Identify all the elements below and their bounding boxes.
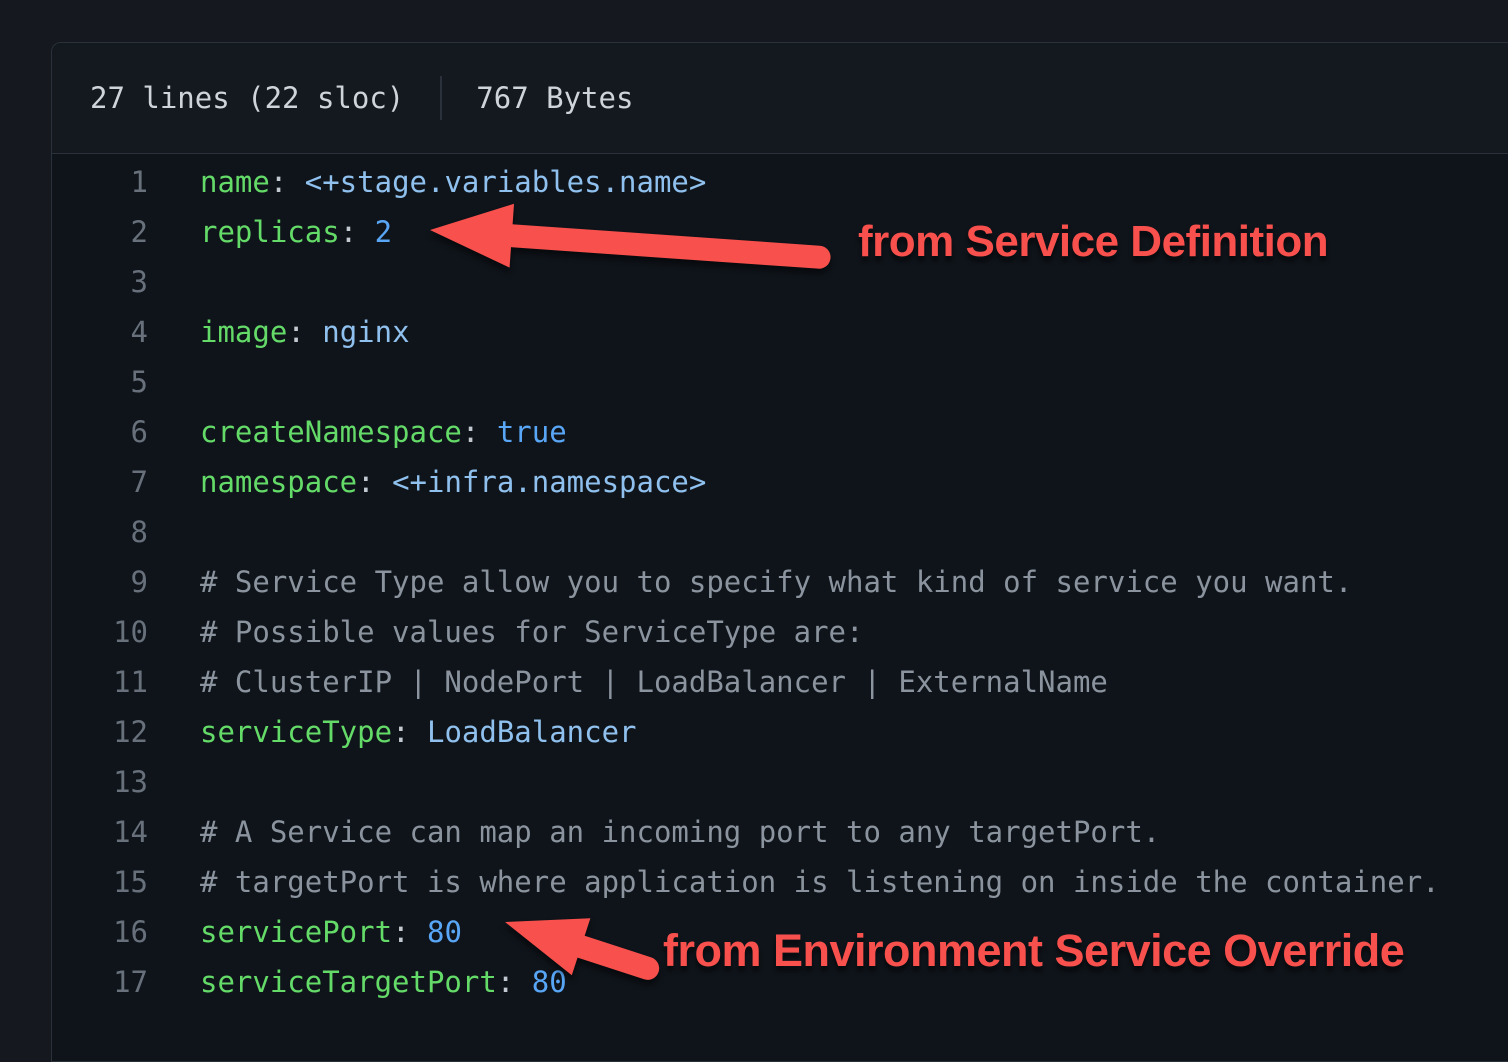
code-line: 15 # targetPort is where application is l… [52,857,1508,907]
code-line: 5 [52,357,1508,407]
line-number[interactable]: 6 [52,407,148,457]
line-number[interactable]: 11 [52,657,148,707]
code-line: 8 [52,507,1508,557]
token-str: <+stage.variables.name> [305,165,707,199]
line-number[interactable]: 15 [52,857,148,907]
code-area: 1name: <+stage.variables.name>2replicas:… [52,154,1508,1007]
token-comment: # ClusterIP | NodePort | LoadBalancer | … [200,665,1108,699]
file-size-info: 767 Bytes [476,81,633,115]
line-number[interactable]: 16 [52,907,148,957]
token-key: name [200,165,270,199]
annotation-label-environment-override: from Environment Service Override [663,924,1404,978]
line-number[interactable]: 5 [52,357,148,407]
code-line: 12 serviceType: LoadBalancer [52,707,1508,757]
line-number[interactable]: 17 [52,957,148,1007]
header-divider [440,76,442,120]
token-key: serviceType [200,715,392,749]
code-line: 10 # Possible values for ServiceType are: [52,607,1508,657]
token-const: 2 [375,215,392,249]
line-content: # targetPort is where application is lis… [200,865,1440,899]
token-punct: : [287,315,322,349]
line-content: replicas: 2 [200,215,392,249]
token-comment: # A Service can map an incoming port to … [200,815,1160,849]
line-content: # Possible values for ServiceType are: [200,615,863,649]
token-comment: # targetPort is where application is lis… [200,865,1440,899]
line-number[interactable]: 4 [52,307,148,357]
token-key: servicePort [200,915,392,949]
code-line: 1 name: <+stage.variables.name> [52,157,1508,207]
line-content: name: <+stage.variables.name> [200,165,706,199]
token-const: true [497,415,567,449]
code-line: 7 namespace: <+infra.namespace> [52,457,1508,507]
line-content: createNamespace: true [200,415,567,449]
token-key: createNamespace [200,415,462,449]
file-viewer: 27 lines (22 sloc) 767 Bytes 1 name: <+st… [51,42,1508,1062]
code-line: 6 createNamespace: true [52,407,1508,457]
token-str: <+infra.namespace> [392,465,706,499]
line-content: # Service Type allow you to specify what… [200,565,1352,599]
line-content: servicePort: 80 [200,915,462,949]
line-content: serviceTargetPort: 80 [200,965,567,999]
token-punct: : [497,965,532,999]
line-content: namespace: <+infra.namespace> [200,465,706,499]
token-key: namespace [200,465,357,499]
annotation-label-service-definition: from Service Definition [858,216,1328,268]
token-punct: : [392,915,427,949]
token-punct: : [357,465,392,499]
token-const: 80 [427,915,462,949]
code-line: 14 # A Service can map an incoming port t… [52,807,1508,857]
line-number[interactable]: 13 [52,757,148,807]
token-punct: : [270,165,305,199]
file-lines-info: 27 lines (22 sloc) [90,81,404,115]
file-header: 27 lines (22 sloc) 767 Bytes [52,43,1508,154]
line-number[interactable]: 1 [52,157,148,207]
code-line: 11 # ClusterIP | NodePort | LoadBalancer … [52,657,1508,707]
token-key: image [200,315,287,349]
line-content: # A Service can map an incoming port to … [200,815,1160,849]
token-punct: : [462,415,497,449]
token-comment: # Service Type allow you to specify what… [200,565,1352,599]
line-content: # ClusterIP | NodePort | LoadBalancer | … [200,665,1108,699]
token-key: serviceTargetPort [200,965,497,999]
token-punct: : [340,215,375,249]
token-str: nginx [322,315,409,349]
line-number[interactable]: 2 [52,207,148,257]
code-line: 9 # Service Type allow you to specify wha… [52,557,1508,607]
token-key: replicas [200,215,340,249]
line-number[interactable]: 9 [52,557,148,607]
token-punct: : [392,715,427,749]
line-number[interactable]: 3 [52,257,148,307]
line-number[interactable]: 10 [52,607,148,657]
line-number[interactable]: 8 [52,507,148,557]
line-number[interactable]: 14 [52,807,148,857]
line-number[interactable]: 7 [52,457,148,507]
token-const: 80 [532,965,567,999]
code-line: 4 image: nginx [52,307,1508,357]
line-content: image: nginx [200,315,410,349]
code-line: 13 [52,757,1508,807]
token-comment: # Possible values for ServiceType are: [200,615,863,649]
line-content: serviceType: LoadBalancer [200,715,637,749]
line-number[interactable]: 12 [52,707,148,757]
token-str: LoadBalancer [427,715,637,749]
